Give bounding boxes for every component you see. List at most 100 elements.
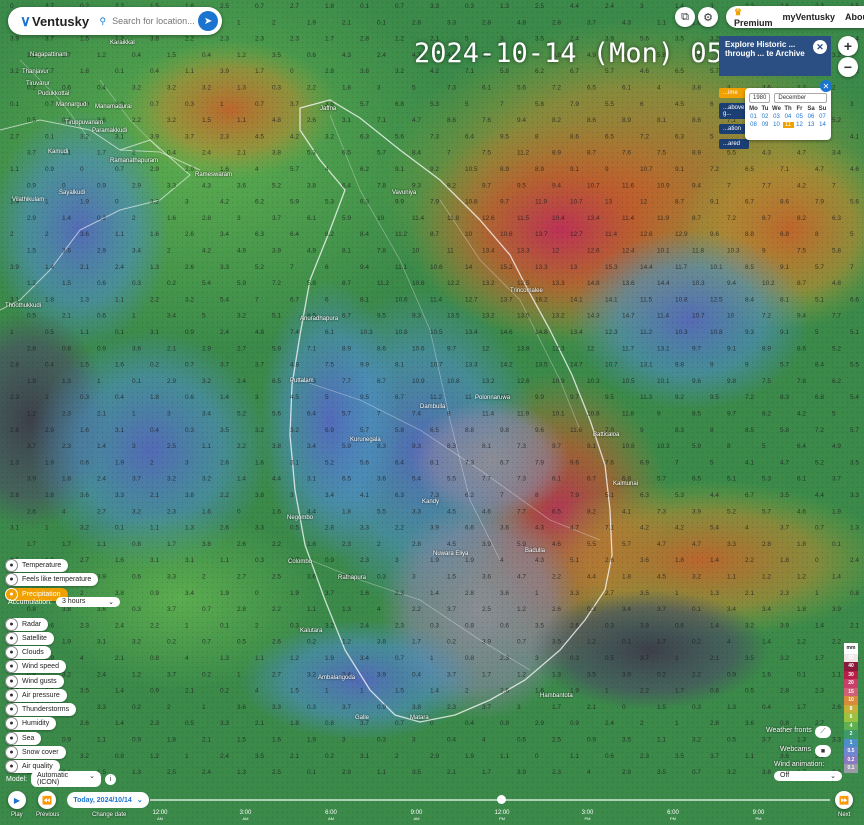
place-label[interactable]: Kurunegala — [350, 437, 381, 443]
place-label[interactable]: Rameswaram — [195, 172, 232, 178]
timeline-tick[interactable]: 9:00 AM — [402, 810, 432, 822]
calendar-day[interactable]: 11 — [782, 122, 794, 128]
layer-humidity[interactable]: ● Humidity — [5, 717, 57, 730]
calendar-day[interactable]: 14 — [817, 122, 828, 128]
calendar-day[interactable]: 08 — [748, 122, 759, 128]
layer-air-pressure[interactable]: ● Air pressure — [5, 689, 67, 702]
change-date-button[interactable]: Today, 2024/10/14 ⌄ — [67, 792, 149, 808]
layer-clouds[interactable]: ● Clouds — [5, 646, 51, 659]
place-label[interactable]: Kalutara — [300, 628, 322, 634]
calendar-day[interactable]: 06 — [806, 114, 817, 120]
layer-radar[interactable]: ● Radar — [5, 618, 49, 631]
place-label[interactable]: Vavuniya — [392, 190, 416, 196]
place-label[interactable]: Thanjavur — [22, 69, 49, 75]
weather-fronts-toggle[interactable]: ⟋ — [815, 726, 831, 738]
calendar-day[interactable]: 01 — [748, 114, 759, 120]
model-select[interactable]: Automatic (ICON) ⌄ — [31, 771, 102, 787]
locate-me-button[interactable]: ➤ — [198, 11, 218, 31]
place-label[interactable]: Anuradhapura — [300, 316, 338, 322]
place-label[interactable]: Kamudi — [48, 149, 68, 155]
timeline-tick[interactable]: 9:00 PM — [744, 810, 774, 822]
timeline-tick[interactable]: 6:00 AM — [316, 810, 346, 822]
year-select[interactable]: 1980 — [749, 93, 771, 103]
timeline-tick[interactable]: 12:00 AM — [145, 810, 175, 822]
calendar-day[interactable]: 04 — [783, 114, 794, 120]
next-button[interactable]: ⏩ — [835, 791, 853, 809]
timeline-tick[interactable]: 6:00 PM — [658, 810, 688, 822]
timeline-tick[interactable]: 3:00 AM — [231, 810, 261, 822]
search-input[interactable] — [110, 15, 199, 27]
place-label[interactable]: Nagapattinam — [30, 52, 67, 58]
place-label[interactable]: Matara — [410, 715, 429, 721]
model-info-button[interactable]: i — [105, 773, 117, 785]
layer-wind-gusts[interactable]: ● Wind gusts — [5, 675, 64, 688]
accumulation-select[interactable]: 3 hours ⌄ — [55, 597, 120, 607]
place-label[interactable]: Galle — [355, 715, 369, 721]
place-label[interactable]: Kalmunai — [613, 481, 638, 487]
place-label[interactable]: Hambantota — [540, 693, 573, 699]
calendar-day[interactable]: 09 — [760, 122, 771, 128]
month-select[interactable]: December — [774, 93, 827, 103]
share-button[interactable]: ⧉ — [675, 7, 695, 27]
place-label[interactable]: Polonnaruwa — [475, 395, 510, 401]
layer-sea[interactable]: ● Sea — [5, 732, 42, 745]
layer-thunderstorms[interactable]: ● Thunderstorms — [5, 703, 77, 716]
calendar-day[interactable]: 13 — [806, 122, 817, 128]
calendar-day[interactable]: 12 — [794, 122, 805, 128]
calendar-day[interactable]: 02 — [760, 114, 771, 120]
place-label[interactable]: Karaikkal — [110, 40, 135, 46]
place-label[interactable]: Ambalangoda — [318, 675, 355, 681]
place-label[interactable]: Kandy — [422, 499, 439, 505]
place-label[interactable]: Tiruppuvanam — [65, 120, 103, 126]
place-label[interactable]: Tiruvarur — [26, 81, 50, 87]
my-ventusky-link[interactable]: myVentusky — [783, 12, 836, 22]
calendar-day[interactable]: 05 — [794, 114, 805, 120]
place-label[interactable]: Pudukkottai — [38, 91, 69, 97]
accumulation-label: Accumulation: — [8, 598, 52, 606]
calendar-day[interactable]: 03 — [771, 114, 782, 120]
layer-satellite[interactable]: ● Satellite — [5, 632, 54, 645]
change-date-label: Change date — [92, 812, 127, 818]
layer-snow-cover[interactable]: ● Snow cover — [5, 746, 66, 759]
close-archive-button[interactable]: ✕ — [813, 40, 827, 54]
webcams-toggle[interactable]: ■ — [815, 745, 831, 757]
timeline-slider-handle[interactable] — [497, 795, 506, 804]
layer-temperature[interactable]: ● Temperature — [5, 559, 69, 572]
premium-link[interactable]: ♛ Premium — [734, 7, 773, 28]
previous-button[interactable]: ⏪ — [38, 791, 56, 809]
historic-archive-promo[interactable]: Explore Historic ... through ... te Arch… — [719, 36, 831, 76]
place-label[interactable]: Mannargudi — [56, 102, 88, 108]
calendar-day[interactable]: 07 — [817, 114, 828, 120]
close-calendar-button[interactable]: ✕ — [820, 80, 832, 92]
calendar-day[interactable]: 10 — [771, 122, 782, 128]
place-label[interactable]: Nuwara Eliya — [433, 551, 468, 557]
zoom-in-button[interactable]: + — [838, 36, 858, 56]
place-label[interactable]: Ramanathapuram — [110, 158, 158, 164]
place-label[interactable]: Vilathikulam — [12, 197, 44, 203]
place-label[interactable]: Paramakkudi — [92, 128, 127, 134]
place-label[interactable]: Batticaloa — [593, 432, 619, 438]
timeline-tick[interactable]: 12:00 PM — [487, 810, 517, 822]
timeline-track[interactable] — [150, 799, 830, 801]
place-label[interactable]: Jaffna — [320, 106, 336, 112]
place-label[interactable]: Manamadurai — [95, 104, 132, 110]
archive-tab[interactable]: ...ared — [719, 139, 749, 149]
place-label[interactable]: Sayalkudi — [59, 190, 85, 196]
zoom-out-button[interactable]: − — [838, 57, 858, 77]
wind-animation-select[interactable]: Off ⌄ — [774, 771, 842, 781]
place-label[interactable]: Colombo — [288, 559, 312, 565]
place-label[interactable]: Negombo — [287, 515, 313, 521]
about-link[interactable]: About — [845, 12, 864, 22]
place-label[interactable]: Dambulla — [420, 404, 445, 410]
place-label[interactable]: Trincomalee — [510, 288, 543, 294]
place-label[interactable]: Thoothukkudi — [5, 303, 41, 309]
place-label[interactable]: Badulla — [525, 548, 545, 554]
play-button[interactable]: ▶ — [8, 791, 26, 809]
settings-button[interactable]: ⚙ — [698, 7, 718, 27]
layer-wind-speed[interactable]: ● Wind speed — [5, 660, 66, 673]
place-label[interactable]: Ratnapura — [338, 575, 366, 581]
ventusky-logo[interactable]: ∨ Ventusky — [20, 12, 94, 30]
timeline-tick[interactable]: 3:00 PM — [573, 810, 603, 822]
layer-feels-like[interactable]: ● Feels like temperature — [5, 573, 99, 586]
place-label[interactable]: Puttalam — [290, 378, 314, 384]
